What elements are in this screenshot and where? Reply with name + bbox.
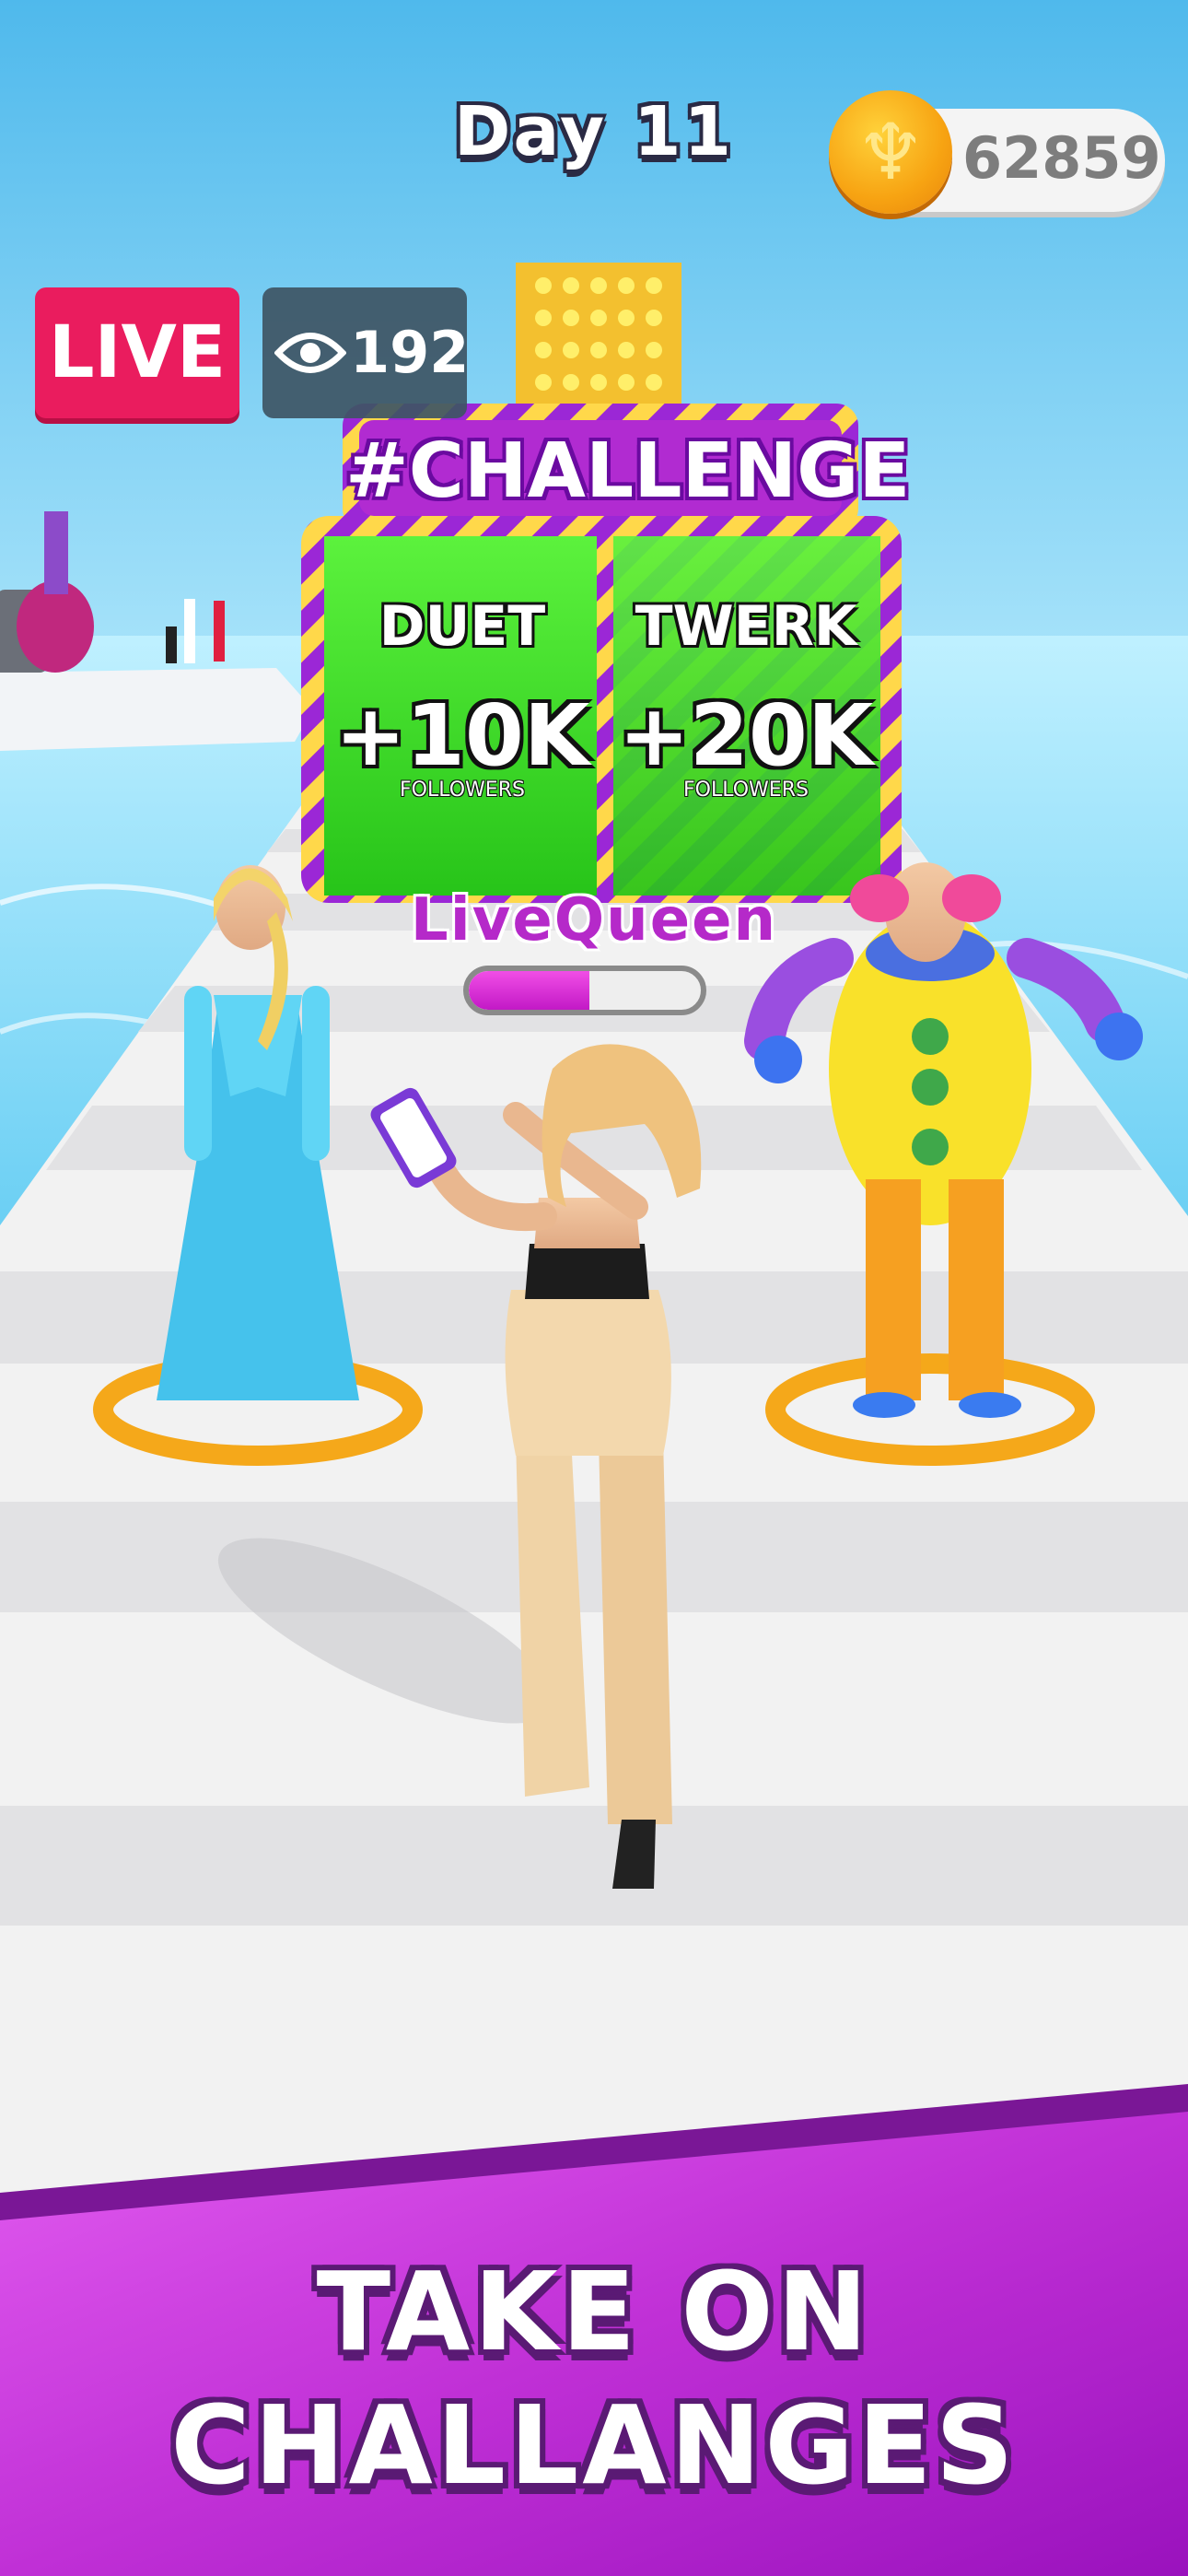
coin-value: 62859 — [962, 124, 1161, 192]
live-label: LIVE — [48, 311, 227, 394]
player-name: LiveQueen — [410, 886, 778, 954]
gate-option-right-unit: FOLLOWERS — [683, 779, 809, 802]
banner-line-2: CHALLANGES — [170, 2382, 1018, 2509]
lipstick — [214, 601, 225, 662]
lipstick — [166, 626, 177, 663]
coin-glyph: ♆ — [856, 107, 926, 197]
viewer-count: 192 — [350, 319, 470, 386]
lipstick — [184, 599, 195, 663]
island — [0, 668, 313, 751]
eye-icon — [274, 333, 346, 373]
player-progress-fill — [469, 971, 590, 1010]
gate-option-right-value: +20K — [618, 686, 874, 785]
perfume-neck — [44, 511, 68, 594]
gate-option-left-value: +10K — [334, 686, 590, 785]
gate-option-right-name[interactable]: TWERK — [611, 594, 880, 659]
gate-option-left-unit: FOLLOWERS — [400, 779, 525, 802]
banner-line-1: TAKE ON — [316, 2248, 872, 2375]
gate-option-left-name[interactable]: DUET — [324, 594, 600, 659]
challenge-title: #CHALLENGE — [345, 427, 911, 515]
player-progress-bar — [463, 966, 706, 1015]
